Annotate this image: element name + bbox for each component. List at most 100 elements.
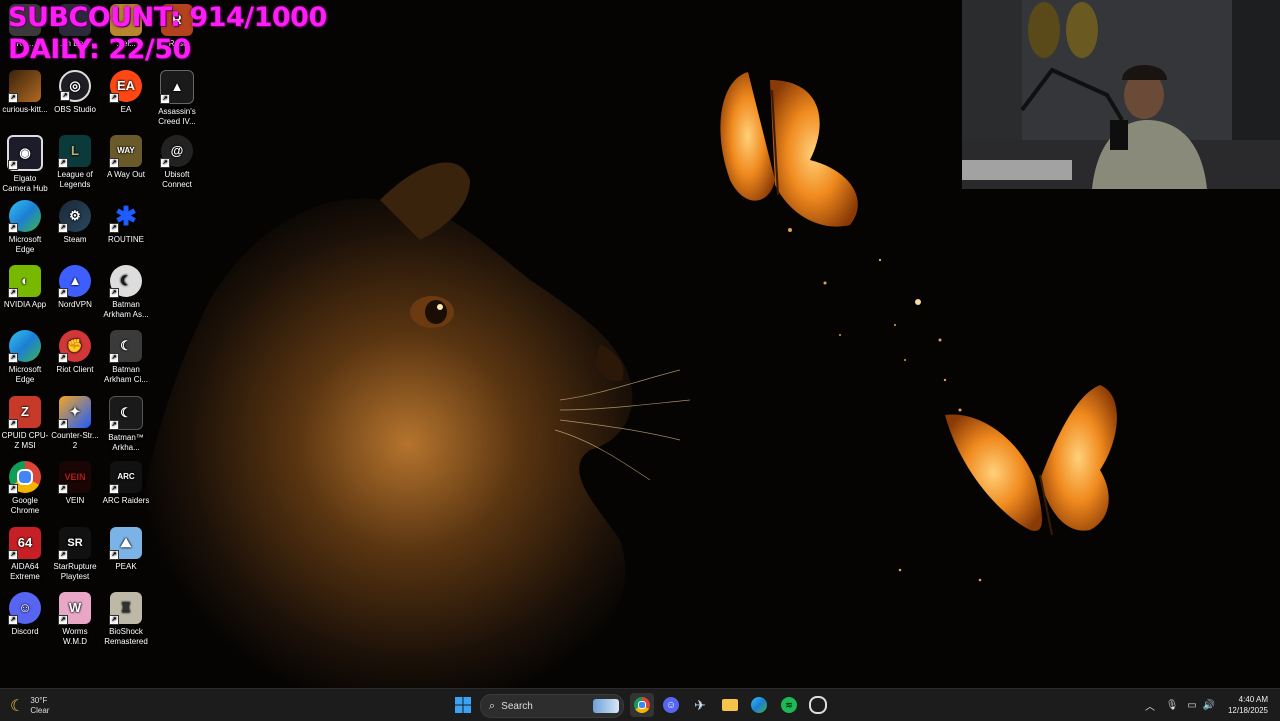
desktop-icon-label: Batman Arkham As... [103,300,149,319]
discord-icon: ☺ [663,697,679,713]
tray-network[interactable]: ▭ [1184,697,1200,713]
edge-icon [751,697,767,713]
daily-count-text: DAILY: 22/50 [8,34,191,65]
moon-icon: ☾ [10,698,25,715]
desktop-icon-obs[interactable]: ◎ ↗ OBS Studio [50,70,100,115]
taskbar-search[interactable]: ⌕ Search [480,694,624,718]
desktop-icon-edge-2[interactable]: ↗ Microsoft Edge [0,330,50,385]
tray-microphone[interactable]: 🎙 [1164,697,1180,713]
desktop-icon-label: OBS Studio [54,105,96,114]
taskbar-edge[interactable] [747,693,771,717]
aida64-icon: 64 ↗ [8,527,41,560]
desktop-icon-label: CPUID CPU-Z MSI [1,431,49,450]
desktop-icon-a-way-out[interactable]: WAY ↗ A Way Out [101,135,151,180]
desktop-icon-label: NVIDIA App [3,300,47,309]
desktop-icon-peak[interactable]: ⛰ ↗ PEAK [101,527,151,572]
desktop-icon-label: Steam [63,235,87,244]
search-highlight-icon [593,699,619,713]
desktop-icon-label: VEIN [65,496,85,505]
desktop-icon-label: ARC Raiders [102,496,150,505]
desktop-icon-nvidia[interactable]: ◐ ↗ NVIDIA App [0,265,50,310]
desktop-icon-label: NordVPN [58,300,92,309]
league-icon: L ↗ [58,135,91,168]
taskbar-steam[interactable]: ✈ [688,693,712,717]
desktop-icon-label: A Way Out [107,170,145,179]
desktop-icon-label: Microsoft Edge [8,235,42,254]
desktop-icon-batman-asylum[interactable]: ☾ ↗ Batman Arkham As... [101,265,151,320]
desktop-icon-steam[interactable]: ⚙ ↗ Steam [50,200,100,245]
desktop-icon-arc-raiders[interactable]: ARC ↗ ARC Raiders [101,461,151,506]
desktop-icon-worms[interactable]: W ↗ Worms W.M.D [50,592,100,647]
desktop-icon-label: Counter-Str... 2 [51,431,99,450]
stream-counter-overlay: SUBCOUNT: 914/1000 DAILY: 22/50 [8,2,327,66]
steam-icon: ⚙ ↗ [58,200,91,233]
desktop-icon-assassins-creed[interactable]: ▲ ↗ Assassin's Creed IV... [152,70,202,127]
desktop-icon-starrupture[interactable]: SR ↗ StarRupture Playtest [50,527,100,582]
chevron-up-icon: ︿ [1145,701,1155,713]
desktop-icon-label: Discord [11,627,39,636]
webcam-feed [962,0,1280,189]
desktop-icon-cpuz[interactable]: Z ↗ CPUID CPU-Z MSI [0,396,50,451]
desktop-icon-label: Elgato Camera Hub [2,174,48,193]
vein-icon: VEIN ↗ [58,461,91,494]
desktop-icon-discord[interactable]: ☺ ↗ Discord [0,592,50,637]
taskbar-chrome[interactable] [630,693,654,717]
clock-time: 4:40 AM [1238,695,1268,704]
desktop-icon-bioshock[interactable]: ♜ ↗ BioShock Remastered [101,592,151,647]
network-icon: ▭ [1187,699,1197,711]
nordvpn-icon: ▲ ↗ [58,265,91,298]
desktop-icon-edge-1[interactable]: ↗ Microsoft Edge [0,200,50,255]
tray-overflow-chevron[interactable]: ︿ [1142,697,1158,713]
desktop-icon-nordvpn[interactable]: ▲ ↗ NordVPN [50,265,100,310]
camera-icon: ◉ ↗ [7,135,43,171]
desktop-icon-league[interactable]: L ↗ League of Legends [50,135,100,190]
start-button[interactable] [451,693,475,717]
weather-temperature: 30°F [30,696,48,705]
volume-icon: 🔊 [1202,699,1216,711]
ea-icon: EA ↗ [109,70,142,103]
desktop-icon-batman-city[interactable]: ☾ ↗ Batman Arkham Ci... [101,330,151,385]
batman-icon: ☾ ↗ [109,396,143,430]
desktop-icon-ea[interactable]: EA ↗ EA [101,70,151,115]
taskbar-clock[interactable]: 4:40 AM 12/18/2025 [1228,694,1268,716]
desktop-icon-label: BioShock Remastered [104,627,148,646]
desktop-icon-batman-knight[interactable]: ☾ ↗ Batman™ Arkha... [101,396,151,453]
batman-icon: ☾ ↗ [109,265,142,298]
chrome-icon: ↗ [8,461,41,494]
taskbar: ☾ 30°F Clear ⌕ Search ☺ ✈ ≋ ︿ 🎙 ▭ 🔊 4:40… [0,688,1280,721]
folder-icon [722,699,738,711]
desktop-icon-label: Microsoft Edge [8,365,42,384]
ubisoft-icon: @ ↗ [160,135,193,168]
desktop-icon-curious-kitten[interactable]: ↗ curious-kitt... [0,70,50,115]
desktop-icon-counter-strike[interactable]: ✦ ↗ Counter-Str... 2 [50,396,100,451]
taskbar-discord[interactable]: ☺ [659,693,683,717]
search-label: Search [501,700,533,712]
desktop-icon-label: Assassin's Creed IV... [158,107,196,126]
desktop-icon-label: Ubisoft Connect [162,170,192,189]
nvidia-icon: ◐ ↗ [8,265,41,298]
desktop-icon-ubisoft[interactable]: @ ↗ Ubisoft Connect [152,135,202,190]
desktop-icon-label: curious-kitt... [2,105,48,114]
a-way-out-icon: WAY ↗ [109,135,142,168]
desktop-icon-routine[interactable]: ✱ ↗ ROUTINE [101,200,151,245]
desktop-icon-riot[interactable]: ✊ ↗ Riot Client [50,330,100,375]
clock-date: 12/18/2025 [1227,706,1268,715]
taskbar-file-explorer[interactable] [718,693,742,717]
desktop-icon-chrome[interactable]: ↗ Google Chrome [0,461,50,516]
counter-strike-icon: ✦ ↗ [58,396,91,429]
desktop-icon-label: EA [120,105,132,114]
weather-widget[interactable]: ☾ 30°F Clear [10,694,49,718]
obs-icon [809,696,827,714]
desktop-icon-aida64[interactable]: 64 ↗ AIDA64 Extreme [0,527,50,582]
bioshock-icon: ♜ ↗ [109,592,142,625]
taskbar-obs[interactable] [806,693,830,717]
assassins-creed-icon: ▲ ↗ [160,70,194,104]
desktop-icon-elgato[interactable]: ◉ ↗ Elgato Camera Hub [0,135,50,194]
desktop-icon-vein[interactable]: VEIN ↗ VEIN [50,461,100,506]
discord-icon: ☺ ↗ [8,592,41,625]
tray-volume[interactable]: 🔊 [1201,697,1217,713]
desktop-icon-label: Batman™ Arkha... [108,433,144,452]
desktop-icon-label: Worms W.M.D [62,627,88,646]
desktop-icon-label: Riot Client [56,365,94,374]
taskbar-spotify[interactable]: ≋ [777,693,801,717]
